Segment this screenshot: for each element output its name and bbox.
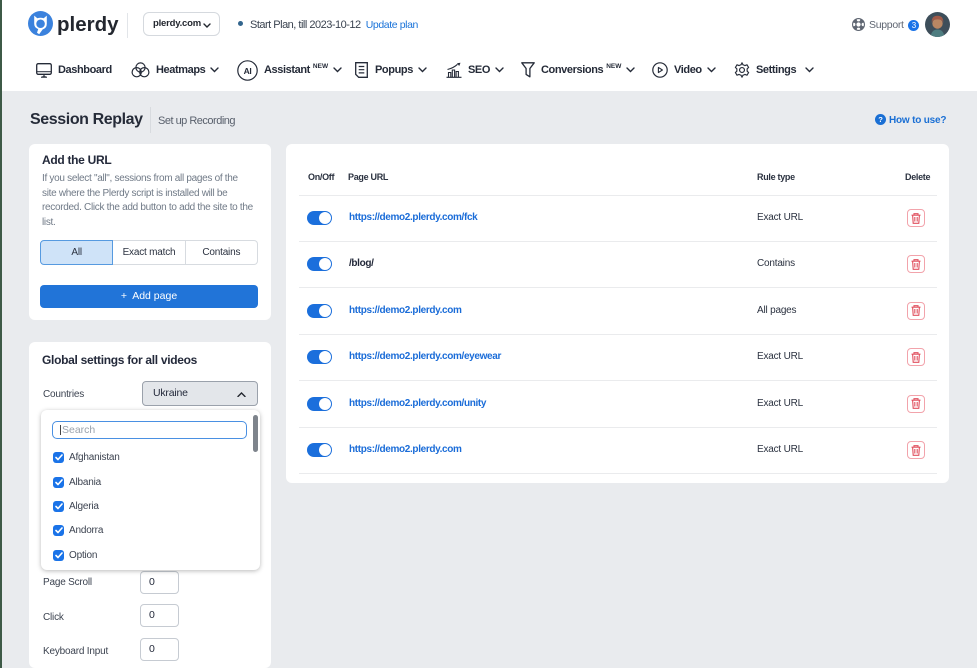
svg-text:?: ? <box>878 115 883 124</box>
svg-text:AI: AI <box>244 65 252 75</box>
